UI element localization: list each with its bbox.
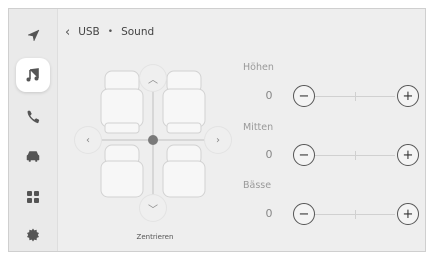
eq-label-bass: Bässe (243, 180, 272, 191)
plus-icon: + (402, 88, 414, 104)
center-button[interactable]: Zentrieren (75, 233, 235, 241)
car-icon (26, 151, 40, 162)
breadcrumb-separator: • (107, 27, 114, 37)
sidebar (9, 9, 58, 251)
treble-slider[interactable] (315, 92, 395, 101)
fader-rear-button[interactable]: ﹀ (140, 195, 166, 221)
navigation-arrow-icon (27, 29, 40, 42)
chevron-up-icon: ︿ (148, 74, 158, 86)
minus-icon: − (298, 206, 310, 222)
fader-front-button[interactable]: ︿ (140, 65, 166, 91)
mid-plus-button[interactable]: + (397, 144, 419, 166)
back-chevron-icon[interactable]: ‹ (65, 26, 70, 39)
eq-label-mid: Mitten (243, 122, 274, 133)
bass-plus-button[interactable]: + (397, 203, 419, 225)
apps-grid-icon (27, 191, 39, 203)
mid-center-tick (355, 151, 356, 160)
plus-icon: + (402, 206, 414, 222)
sidebar-item-phone[interactable] (16, 100, 50, 134)
sidebar-item-navigation[interactable] (16, 19, 50, 53)
sound-screen: ‹ USB • Sound ︿ ﹀ ‹ › Zentrieren Höhen 0… (8, 8, 426, 252)
breadcrumb: ‹ USB • Sound (65, 23, 154, 41)
mid-minus-button[interactable]: − (293, 144, 315, 166)
eq-value-treble: 0 (265, 89, 273, 102)
minus-icon: − (298, 147, 310, 163)
bass-slider[interactable] (315, 210, 395, 219)
eq-value-bass: 0 (265, 207, 273, 220)
sidebar-item-settings[interactable] (16, 218, 50, 252)
breadcrumb-source[interactable]: USB (78, 26, 100, 38)
chevron-left-icon: ‹ (86, 134, 90, 146)
balance-right-button[interactable]: › (205, 127, 231, 153)
sidebar-item-vehicle[interactable] (16, 139, 50, 173)
plus-icon: + (402, 147, 414, 163)
balance-fader-panel: ︿ ﹀ ‹ › Zentrieren (75, 63, 235, 243)
phone-icon (27, 110, 40, 124)
treble-minus-button[interactable]: − (293, 85, 315, 107)
sidebar-item-media[interactable] (16, 58, 50, 92)
bass-minus-button[interactable]: − (293, 203, 315, 225)
bass-center-tick (355, 210, 356, 219)
treble-plus-button[interactable]: + (397, 85, 419, 107)
page-title: Sound (121, 26, 155, 38)
eq-value-mid: 0 (265, 148, 273, 161)
eq-label-treble: Höhen (243, 62, 274, 73)
gear-icon (27, 228, 39, 242)
sidebar-item-apps[interactable] (16, 180, 50, 214)
minus-icon: − (298, 88, 310, 104)
music-note-icon (26, 68, 39, 82)
chevron-right-icon: › (216, 134, 220, 146)
mid-slider[interactable] (315, 151, 395, 160)
treble-center-tick (355, 92, 356, 101)
chevron-down-icon: ﹀ (148, 204, 158, 216)
balance-left-button[interactable]: ‹ (75, 127, 101, 153)
